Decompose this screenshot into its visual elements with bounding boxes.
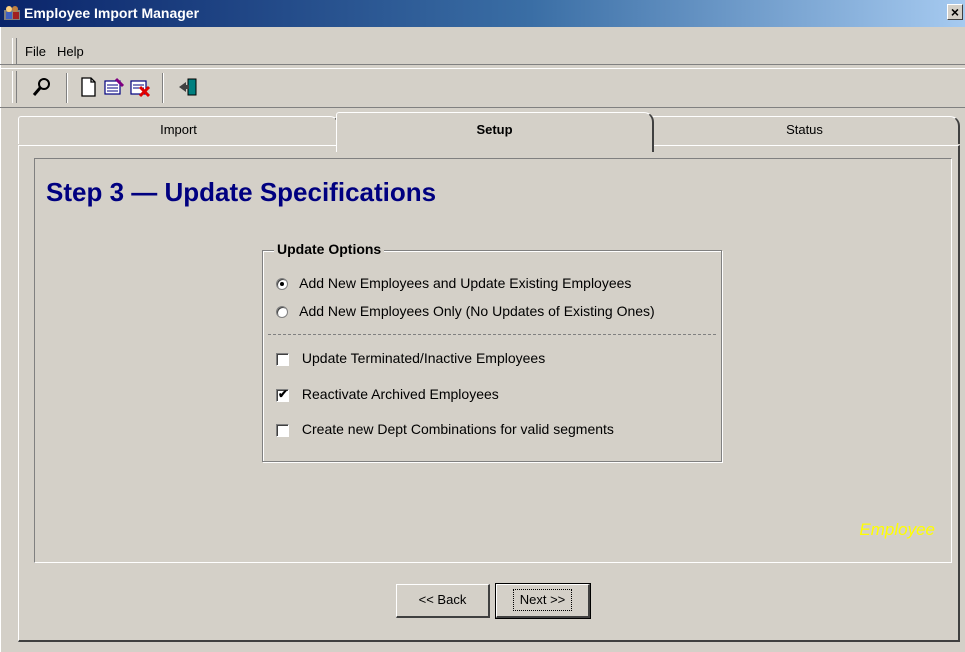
back-button-label: << Back	[418, 592, 467, 607]
checkbox-reactivate-archived[interactable]: ✔ Reactivate Archived Employees	[276, 386, 499, 402]
tab-status[interactable]: Status	[650, 116, 960, 144]
checkbox[interactable]	[276, 352, 289, 366]
toolbar	[0, 68, 965, 108]
menu-help[interactable]: Help	[57, 44, 84, 59]
checkmark-icon: ✔	[278, 386, 289, 401]
checkbox-label: Update Terminated/Inactive Employees	[301, 350, 546, 366]
checkbox-update-terminated[interactable]: Update Terminated/Inactive Employees	[276, 350, 545, 366]
delete-icon[interactable]	[128, 75, 152, 99]
checkbox[interactable]: ✔	[276, 386, 289, 402]
radio-label: Add New Employees and Update Existing Em…	[299, 275, 632, 291]
menu-file[interactable]: File	[25, 44, 46, 59]
menu-bar: File Help	[0, 38, 965, 65]
employee-watermark: Employee	[859, 520, 935, 539]
radio-label: Add New Employees Only (No Updates of Ex…	[299, 303, 655, 319]
back-button[interactable]: << Back	[396, 584, 490, 618]
radio-selected-dot	[280, 282, 284, 287]
window-title: Employee Import Manager	[24, 5, 200, 21]
toolbar-separator	[162, 73, 164, 103]
update-options-legend: Update Options	[274, 241, 385, 257]
edit-icon[interactable]	[102, 75, 126, 99]
options-divider	[268, 334, 716, 335]
checkbox-label: Create new Dept Combinations for valid s…	[301, 421, 614, 437]
checkbox-create-dept-combinations[interactable]: Create new Dept Combinations for valid s…	[276, 421, 614, 437]
radio-button[interactable]	[276, 278, 288, 291]
next-button[interactable]: Next >>	[495, 583, 591, 619]
toolbar-grip[interactable]	[12, 71, 17, 103]
radio-button[interactable]	[276, 306, 288, 319]
menubar-grip[interactable]	[12, 38, 17, 64]
title-bar[interactable]: Employee Import Manager ×	[0, 0, 965, 27]
checkbox-label: Reactivate Archived Employees	[301, 386, 499, 402]
app-icon	[4, 6, 20, 20]
close-icon[interactable]: ×	[947, 4, 963, 20]
radio-add-and-update[interactable]: Add New Employees and Update Existing Em…	[276, 275, 631, 291]
new-document-icon[interactable]	[76, 75, 100, 99]
tab-import[interactable]: Import	[18, 116, 340, 144]
search-key-icon[interactable]	[30, 75, 54, 99]
radio-add-only[interactable]: Add New Employees Only (No Updates of Ex…	[276, 303, 655, 319]
exit-icon[interactable]	[176, 75, 200, 99]
next-button-label: Next >>	[512, 589, 573, 611]
page-title: Step 3 — Update Specifications	[46, 177, 437, 207]
toolbar-separator	[66, 73, 68, 103]
checkbox[interactable]	[276, 423, 289, 437]
tab-setup[interactable]: Setup	[336, 112, 654, 152]
